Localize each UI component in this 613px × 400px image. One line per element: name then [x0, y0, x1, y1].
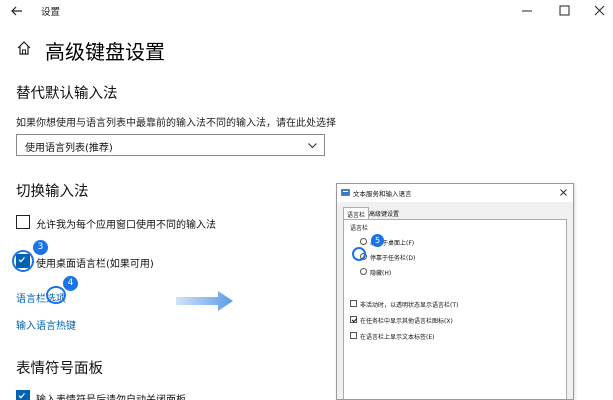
- annotation-ring-checkbox: [12, 250, 34, 272]
- window-title: 设置: [41, 7, 61, 18]
- page-title: 高级键盘设置: [45, 40, 165, 64]
- close-icon[interactable]: [581, 0, 613, 22]
- check-taskbar-icons[interactable]: [350, 316, 357, 323]
- annotation-ring-radio: [352, 247, 366, 261]
- check-transparent-label: 非活动时，以透明状态显示语言栏(T): [360, 302, 459, 309]
- tab-advanced-key-settings[interactable]: 高级键设置: [366, 207, 402, 219]
- dialog-close-icon[interactable]: [557, 186, 570, 199]
- check-text-labels[interactable]: [350, 332, 357, 339]
- pointer-arrow-icon: [176, 291, 233, 311]
- input-method-dropdown[interactable]: 使用语言列表(推荐): [16, 134, 325, 156]
- minimize-icon[interactable]: [509, 0, 545, 22]
- checkmark-icon: [18, 392, 25, 399]
- override-input-heading: 替代默认输入法: [16, 86, 118, 102]
- input-language-hotkeys-link[interactable]: 输入语言热键: [16, 317, 76, 332]
- chevron-down-icon: [308, 143, 317, 149]
- keep-emoji-panel-open-label: 输入表情符号后请勿自动关闭面板: [36, 391, 186, 400]
- maximize-icon[interactable]: [546, 0, 582, 22]
- back-arrow-icon[interactable]: [8, 2, 26, 20]
- check-text-labels-label: 在语言栏上显示文本标签(E): [360, 334, 435, 341]
- check-transparent[interactable]: [350, 300, 357, 307]
- home-icon: [17, 41, 31, 55]
- annotation-badge-5: 5: [371, 234, 384, 247]
- text-services-dialog: 文本服务和输入语言 语言栏 高级键设置 语言栏 悬浮于桌面上(F) 停靠于任务栏…: [336, 183, 574, 400]
- switch-input-heading: 切换输入法: [16, 184, 89, 200]
- keyboard-icon: [341, 189, 350, 196]
- per-app-input-checkbox[interactable]: [16, 215, 30, 229]
- keep-emoji-panel-open-checkbox[interactable]: [16, 390, 30, 400]
- check-taskbar-icons-label: 在任务栏中显示其他语言栏图标(X): [360, 318, 453, 325]
- annotation-badge-3: 3: [33, 240, 48, 255]
- dialog-title-bar: 文本服务和输入语言: [337, 184, 573, 202]
- annotation-badge-4: 4: [63, 276, 78, 291]
- desktop-language-bar-label: 使用桌面语言栏(如果可用): [36, 259, 154, 270]
- radio-docked-label: 停靠于任务栏(D): [370, 255, 416, 262]
- group-label: 语言栏: [350, 223, 371, 232]
- radio-hidden-label: 隐藏(H): [370, 270, 392, 277]
- title-bar: 设置: [0, 0, 613, 22]
- per-app-input-label: 允许我为每个应用窗口使用不同的输入法: [36, 220, 216, 231]
- override-input-description: 如果你想使用与语言列表中最靠前的输入法不同的输入法，请在此处选择: [16, 118, 336, 129]
- dropdown-selected-value: 使用语言列表(推荐): [25, 143, 113, 154]
- radio-floating[interactable]: [360, 238, 367, 245]
- radio-hidden[interactable]: [360, 268, 367, 275]
- annotation-ring-link: [46, 286, 66, 304]
- emoji-panel-heading: 表情符号面板: [16, 361, 103, 377]
- dialog-title: 文本服务和输入语言: [353, 190, 412, 198]
